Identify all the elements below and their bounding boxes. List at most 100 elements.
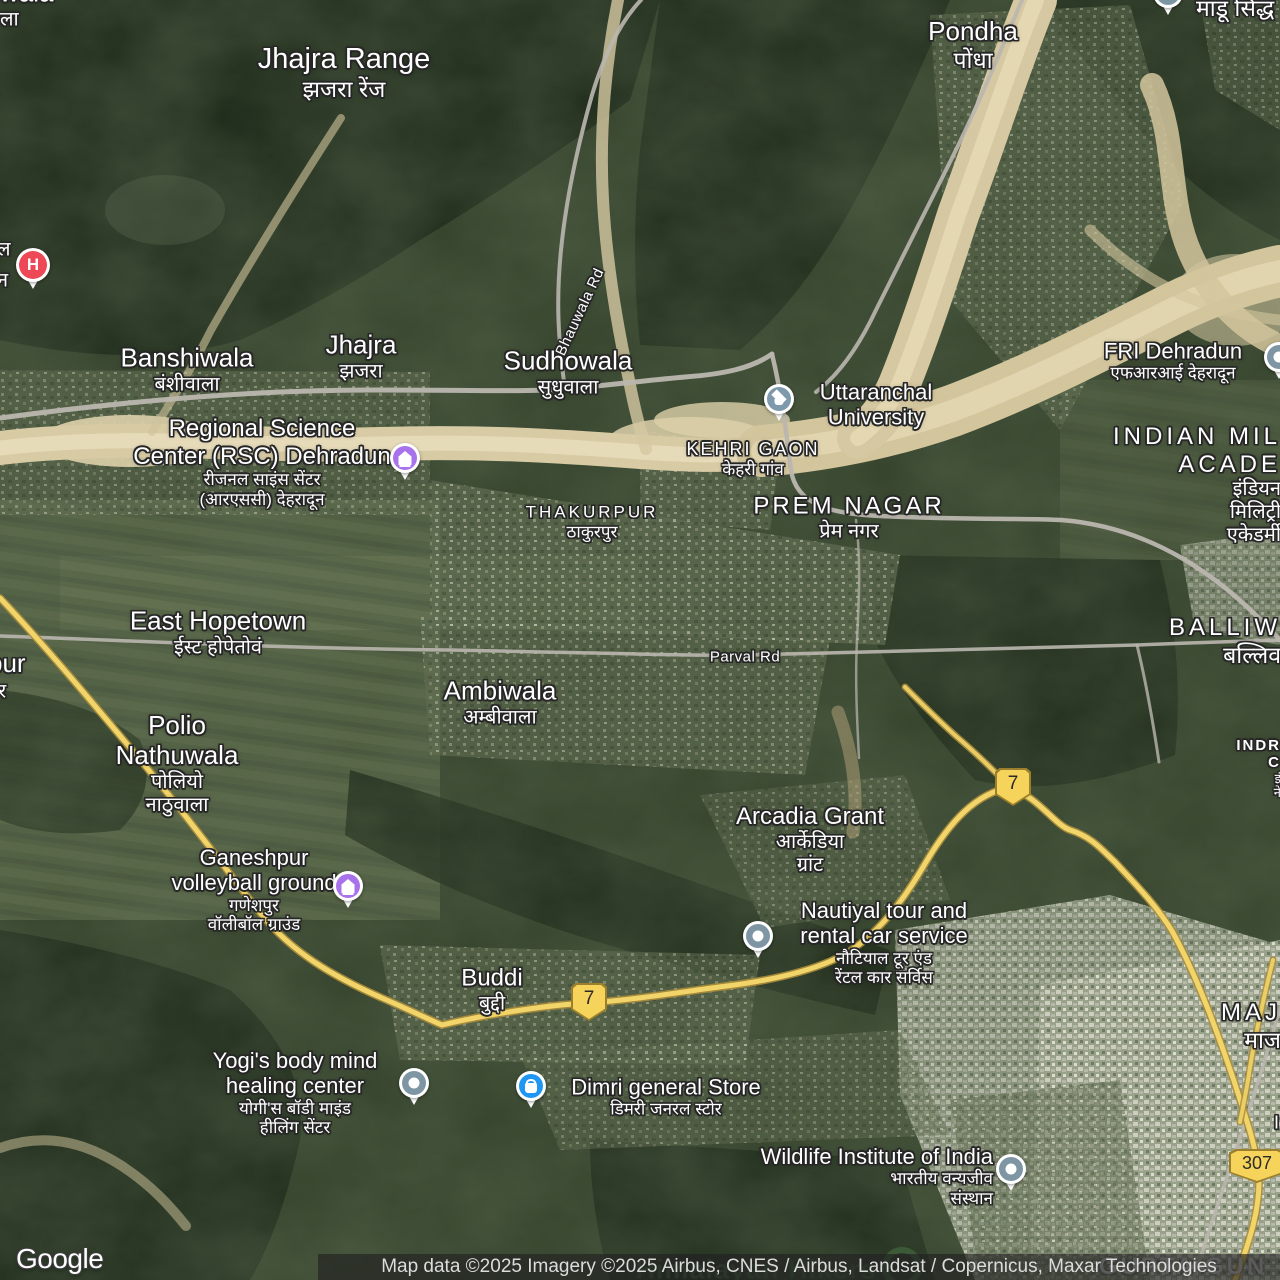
uttaranchal-university-pin[interactable]: [764, 384, 794, 421]
label-prem-nagar[interactable]: PREM NAGAR प्रेम नगर: [753, 493, 944, 544]
label-line: रेंटल कार सर्विस: [835, 968, 933, 988]
label-line: गणेशपुर: [228, 895, 280, 915]
label-line: KEHRI GAON: [686, 438, 820, 459]
label-line: wala: [0, 0, 53, 8]
label-east-hopetown[interactable]: East Hopetown ईस्ट होपेतोवं: [129, 605, 307, 660]
label-line: PREM NAGAR: [753, 492, 945, 520]
label-line: rental car service: [800, 923, 968, 949]
label-line: Regional Science: [168, 414, 356, 442]
shop-icon: [519, 1074, 543, 1098]
pin-letter: H: [26, 255, 40, 274]
label-pondha[interactable]: Pondha पोंधा: [928, 15, 1018, 73]
ganeshpur-ground-pin[interactable]: [333, 871, 363, 908]
label-line: पोलियो: [150, 770, 204, 793]
label-line: Nautiyal tour and: [800, 898, 968, 924]
label-line: Arcadia Grant: [735, 803, 885, 831]
label-line: Jhajra Range: [257, 43, 431, 76]
attribution-text[interactable]: Map data ©2025 Imagery ©2025 Airbus, CNE…: [381, 1256, 1217, 1278]
label-line: East Hopetown: [129, 605, 307, 636]
label-regional-science-center[interactable]: Regional Science Center (RSC) Dehradun रीज…: [133, 415, 390, 509]
label-line: झजरा रेंज: [302, 76, 386, 103]
label-buddi[interactable]: Buddi बुद्दी: [461, 965, 522, 1016]
poi-icon: [746, 924, 770, 948]
label-line: ने: [1273, 785, 1280, 801]
label-line: Ganeshpur: [199, 845, 309, 871]
label-nautiyal-tour[interactable]: Nautiyal tour and rental car service नौटिय…: [800, 898, 968, 988]
label-line: Yogi's body mind: [212, 1048, 378, 1074]
fri-edge-pin[interactable]: [1264, 342, 1280, 379]
label-line: pur: [0, 648, 26, 679]
label-line: ईस्ट होपेतोवं: [173, 636, 263, 659]
label-line: इंडियन: [1232, 478, 1280, 501]
label-line: अम्बीवाला: [463, 706, 537, 729]
label-line: वॉलीबॉल ग्राउंड: [207, 915, 301, 935]
mandu-siddh-pin[interactable]: [1153, 0, 1183, 15]
label-line: योगी'स बॉडी माइंड: [238, 1098, 352, 1118]
label-line: INDIAN MIL: [1112, 422, 1280, 450]
label-jhajra-range[interactable]: Jhajra Range झजरा रेंज: [258, 43, 431, 103]
regional-science-center-pin[interactable]: [390, 443, 420, 480]
label-fri-dehradun[interactable]: FRI Dehradun एफआरआई देहरादून: [1104, 339, 1242, 384]
label-line: मिलिट्री: [1229, 501, 1280, 524]
label-line: Pondha: [928, 15, 1018, 46]
label-line: I: [1273, 1112, 1280, 1133]
label-mandu-siddh[interactable]: माडू सिद्ध: [1196, 0, 1274, 21]
label-line: हीलिंग सेंटर: [259, 1118, 331, 1138]
dimri-store-pin[interactable]: [516, 1071, 546, 1108]
label-indian-military-academy[interactable]: INDIAN MIL ACADE इंडियन मिलिट्री एकेडर्मी: [1113, 423, 1280, 547]
label-line: बंशीवाला: [154, 373, 220, 396]
hospital-icon: H: [19, 251, 47, 279]
label-ambiwala[interactable]: Ambiwala अम्बीवाला: [444, 676, 557, 730]
label-line: भारतीय वन्यजीव: [890, 1169, 993, 1189]
label-line: volleyball ground: [171, 870, 337, 896]
university-icon: [767, 387, 791, 411]
label-line: संस्थान: [950, 1188, 993, 1208]
poi-icon: [402, 1071, 426, 1095]
label-kehri-gaon[interactable]: KEHRI GAON केहरी गांव: [686, 439, 819, 479]
label-balliwala[interactable]: BALLIW बल्लिव: [1169, 614, 1280, 668]
wildlife-institute-pin[interactable]: [996, 1154, 1026, 1191]
label-uttaranchal-university[interactable]: Uttaranchal University: [820, 380, 933, 431]
label-fragment-top-left: walaला: [0, 0, 53, 31]
label-yogis-healing-center[interactable]: Yogi's body mind healing center योगी'स बॉड…: [213, 1048, 378, 1138]
label-wildlife-institute[interactable]: Wildlife Institute of India भारतीय वन्यजी…: [761, 1144, 993, 1208]
label-arcadia-grant[interactable]: Arcadia Grant आर्केडिया ग्रांट: [736, 803, 884, 877]
label-line: Parval Rd: [709, 648, 781, 666]
label-line: Center (RSC) Dehradun: [133, 442, 391, 470]
label-line: Jhajra: [325, 329, 397, 360]
label-thakurpur[interactable]: THAKURPUR ठाकुरपुर: [526, 502, 659, 541]
label-sudhowala[interactable]: Sudhowala सुधुवाला: [504, 346, 633, 400]
label-polio-nathuwala[interactable]: Polio Nathuwala पोलियो नाठुवाला: [115, 710, 239, 817]
label-line: डिमरी जनरल स्टोर: [610, 1099, 722, 1119]
label-line: (आरएससी) देहरादून: [199, 489, 325, 509]
label-line: University: [827, 405, 925, 430]
route-badge-label: 7: [997, 770, 1029, 804]
label-line: Buddi: [461, 964, 523, 992]
label-line: रीजनल साइंस सेंटर: [203, 470, 321, 490]
label-line: नौटियाल टूर एंड: [835, 948, 933, 968]
route-badge-label: 7: [573, 985, 605, 1019]
label-line: झजरा: [339, 360, 383, 383]
label-line: सुधुवाला: [537, 376, 599, 399]
attribution-bar[interactable]: Map data ©2025 Imagery ©2025 Airbus, CNE…: [318, 1254, 1280, 1280]
label-banshiwala[interactable]: Banshiwala बंशीवाला: [120, 342, 254, 397]
label-line: पोंधा: [953, 46, 993, 73]
label-jhajra[interactable]: Jhajra झजरा: [325, 329, 397, 384]
yogis-center-pin[interactable]: [399, 1068, 429, 1105]
label-line: न: [0, 269, 9, 292]
google-maps-satellite-view[interactable]: walaला Jhajra Rangeझजरा रेंज Pondhaपोंधा मा…: [0, 0, 1280, 1280]
label-line: Dimri general Store: [571, 1074, 761, 1100]
label-dimri-general-store[interactable]: Dimri general Store डिमरी जनरल स्टोर: [571, 1075, 761, 1120]
google-logo[interactable]: Google: [16, 1243, 104, 1275]
label-ganeshpur-volleyball-ground[interactable]: Ganeshpur volleyball ground गणेशपुर वॉलीबॉल…: [171, 845, 336, 935]
label-fragment-left-2: न: [0, 270, 8, 293]
label-fragment-left-1: ल: [0, 239, 11, 262]
label-line: नाठुवाला: [145, 793, 209, 816]
label-line: Nathuwala: [115, 740, 239, 770]
label-parval-rd[interactable]: Parval Rd: [710, 648, 780, 665]
museum-icon: [393, 446, 417, 470]
label-majra[interactable]: MAJ माज: [1221, 999, 1280, 1053]
nautiyal-tour-pin[interactable]: [743, 921, 773, 958]
label-line: Banshiwala: [120, 342, 254, 373]
hospital-pin[interactable]: H: [16, 248, 50, 289]
